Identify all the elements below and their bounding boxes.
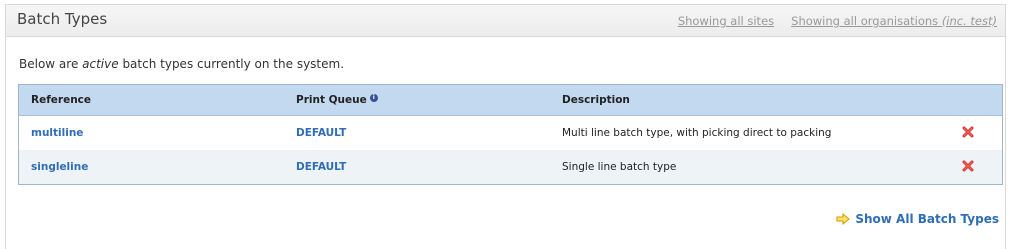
show-all-batch-types-link[interactable]: Show All Batch Types (836, 212, 999, 226)
showing-all-organisations-link[interactable]: Showing all organisations (inc. test) (791, 14, 997, 28)
column-header-reference: Reference (18, 84, 284, 116)
arrow-right-icon (836, 213, 851, 225)
table-header-row: Reference Print Queue i Description (18, 84, 1003, 116)
cell-reference: multiline (18, 115, 284, 150)
delete-icon[interactable] (962, 126, 974, 138)
cell-actions (950, 115, 1003, 150)
cell-print-queue: DEFAULT (284, 115, 550, 150)
column-header-actions (950, 84, 1003, 116)
organisations-link-note: (inc. test) (941, 14, 997, 28)
table-row: singleline DEFAULT Single line batch typ… (18, 150, 1003, 185)
intro-text: Below are active batch types currently o… (19, 57, 344, 71)
intro-before: Below are (19, 57, 83, 71)
header-links: Showing all sites Showing all organisati… (678, 14, 997, 28)
cell-description: Multi line batch type, with picking dire… (550, 115, 950, 150)
page-title: Batch Types (17, 10, 108, 28)
panel-header: Batch Types Showing all sites Showing al… (6, 5, 1005, 37)
showing-all-sites-link[interactable]: Showing all sites (678, 14, 774, 28)
table-row: multiline DEFAULT Multi line batch type,… (18, 115, 1003, 150)
cell-actions (950, 150, 1003, 185)
reference-link[interactable]: multiline (31, 127, 83, 139)
show-all-batch-types-label: Show All Batch Types (855, 212, 999, 226)
info-icon[interactable]: i (369, 94, 378, 102)
cell-reference: singleline (18, 150, 284, 185)
intro-after: batch types currently on the system. (118, 57, 345, 71)
column-header-description: Description (550, 84, 950, 116)
column-header-print-queue-label: Print Queue (296, 94, 367, 106)
column-header-print-queue: Print Queue i (284, 84, 550, 116)
batch-types-panel: Batch Types Showing all sites Showing al… (5, 4, 1006, 249)
print-queue-link[interactable]: DEFAULT (296, 127, 346, 139)
batch-types-table: Reference Print Queue i Description multi… (18, 84, 1003, 185)
reference-link[interactable]: singleline (31, 161, 88, 173)
delete-icon[interactable] (962, 160, 974, 172)
organisations-link-label: Showing all organisations (791, 14, 939, 28)
print-queue-link[interactable]: DEFAULT (296, 161, 346, 173)
cell-description: Single line batch type (550, 150, 950, 185)
cell-print-queue: DEFAULT (284, 150, 550, 185)
intro-emphasis: active (82, 57, 119, 71)
